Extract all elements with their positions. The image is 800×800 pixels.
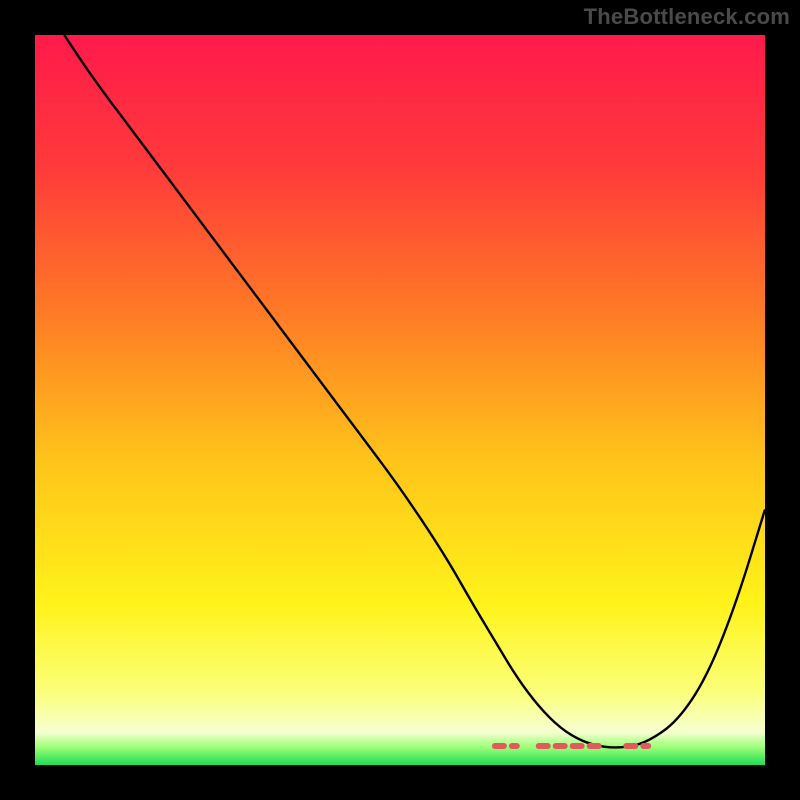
chart-svg (35, 35, 765, 765)
chart-frame: TheBottleneck.com (0, 0, 800, 800)
plot-area (35, 35, 765, 765)
watermark-text: TheBottleneck.com (584, 4, 790, 30)
gradient-background (35, 35, 765, 765)
